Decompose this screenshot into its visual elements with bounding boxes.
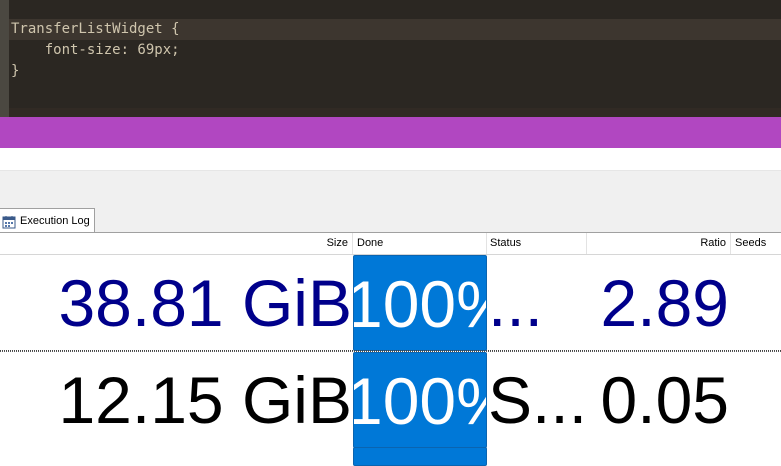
code-line-2[interactable]: font-size: 69px; (11, 40, 180, 61)
calendar-icon (2, 214, 16, 228)
column-header-ratio[interactable]: Ratio (587, 233, 731, 254)
row-status: ... (488, 266, 544, 340)
progress-text: 100% (353, 267, 486, 341)
row-status: S... (488, 363, 586, 437)
table-row[interactable] (0, 447, 781, 466)
code-line-3[interactable]: } (11, 61, 19, 82)
tab-label: Execution Log (20, 214, 90, 227)
editor-bottom-edge (9, 108, 781, 117)
tab-bar: Execution Log (0, 208, 781, 233)
progress-bar: 100% (353, 352, 487, 448)
row-size: 12.15 GiB (58, 363, 352, 437)
column-header-status-label: Status (490, 237, 522, 249)
column-header-done[interactable]: Done (353, 233, 487, 254)
editor-gutter (0, 0, 9, 117)
code-editor[interactable]: TransferListWidget { font-size: 69px; } (0, 0, 781, 117)
progress-bar (353, 447, 487, 466)
progress-bar: 100% (353, 255, 487, 351)
column-header-size-label: Size (326, 237, 348, 249)
accent-band (0, 117, 781, 148)
progress-text: 100% (353, 364, 486, 438)
column-header-size[interactable]: Size (0, 233, 353, 254)
row-ratio: 0.05 (600, 363, 729, 437)
column-header-seeds-label: Seeds (735, 237, 767, 249)
column-header-seeds[interactable]: Seeds (731, 233, 781, 254)
transfer-list-header: Size Done Status Ratio Seeds (0, 233, 781, 255)
column-header-ratio-label: Ratio (700, 237, 726, 249)
column-header-status[interactable]: Status (487, 233, 587, 254)
column-header-done-label: Done (357, 237, 384, 249)
table-row[interactable]: 38.81 GiB 100% ... 2.89 (0, 255, 781, 351)
tab-execution-log[interactable]: Execution Log (0, 208, 95, 232)
table-row[interactable]: 12.15 GiB 100% S... 0.05 (0, 351, 781, 448)
row-ratio: 2.89 (600, 266, 729, 340)
code-line-1[interactable]: TransferListWidget { (9, 19, 781, 40)
spacer-band (0, 148, 781, 170)
row-size: 38.81 GiB (58, 266, 352, 340)
toolbar-area (0, 170, 781, 209)
